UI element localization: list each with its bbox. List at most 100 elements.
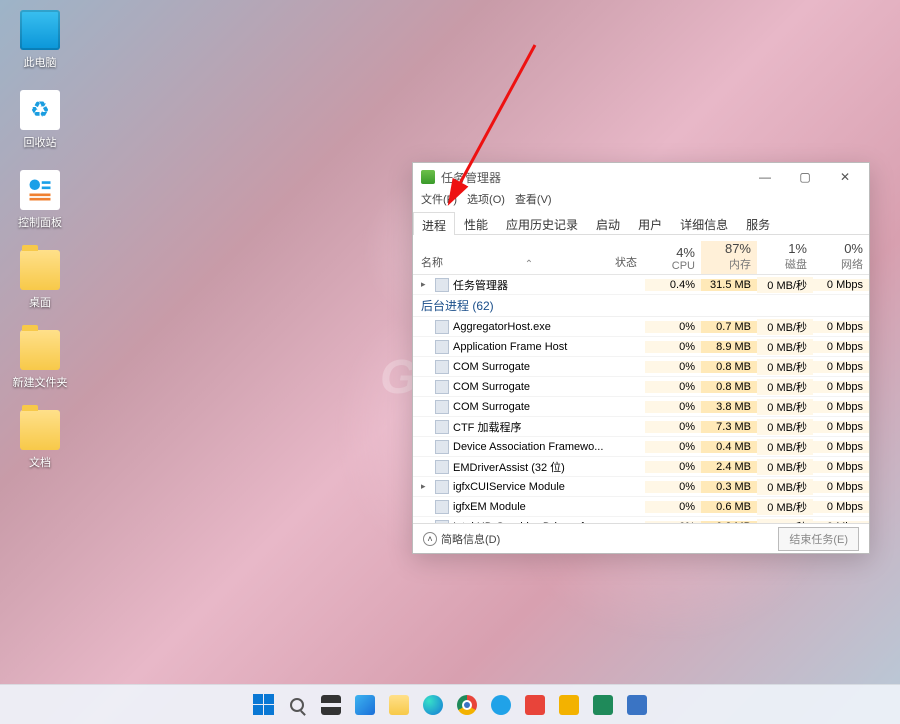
process-row[interactable]: COM Surrogate0%3.8 MB0 MB/秒0 Mbps [413, 397, 869, 417]
tab-services[interactable]: 服务 [737, 211, 779, 234]
process-row[interactable]: COM Surrogate0%0.8 MB0 MB/秒0 Mbps [413, 377, 869, 397]
process-row[interactable]: igfxEM Module0%0.6 MB0 MB/秒0 Mbps [413, 497, 869, 517]
task-view-icon [321, 695, 341, 715]
cell-cpu: 0% [645, 441, 701, 453]
disk-usage: 1% [763, 241, 807, 256]
process-name: 任务管理器 [453, 277, 508, 293]
process-name: igfxCUIService Module [453, 481, 565, 493]
window-title: 任务管理器 [441, 169, 745, 186]
process-row[interactable]: ▸igfxCUIService Module0%0.3 MB0 MB/秒0 Mb… [413, 477, 869, 497]
col-disk[interactable]: 1% 磁盘 [757, 241, 813, 274]
taskbar-search[interactable] [283, 691, 311, 719]
tab-users[interactable]: 用户 [629, 211, 671, 234]
cell-net: 0 Mbps [813, 461, 869, 473]
cell-net: 0 Mbps [813, 341, 869, 353]
process-icon [435, 440, 449, 454]
process-name: Device Association Framewo... [453, 441, 603, 453]
mem-usage: 87% [707, 241, 751, 256]
menu-options[interactable]: 选项(O) [467, 191, 505, 211]
taskbar-app-2[interactable] [521, 691, 549, 719]
process-icon [435, 278, 449, 292]
maximize-button[interactable]: ▢ [785, 165, 825, 189]
process-icon [435, 360, 449, 374]
cell-cpu: 0% [645, 361, 701, 373]
process-icon [435, 380, 449, 394]
taskbar-edge[interactable] [419, 691, 447, 719]
fewer-details-button[interactable]: ˄ 简略信息(D) [423, 531, 500, 547]
desktop-icon-folder-docs[interactable]: 文档 [10, 410, 70, 470]
taskbar-explorer[interactable] [385, 691, 413, 719]
app-icon [491, 695, 511, 715]
cell-mem: 0.6 MB [701, 501, 757, 513]
process-row[interactable]: AggregatorHost.exe0%0.7 MB0 MB/秒0 Mbps [413, 317, 869, 337]
desktop-icons: 此电脑 回收站 控制面板 桌面 新建文件夹 文档 [10, 10, 80, 490]
titlebar[interactable]: 任务管理器 — ▢ ✕ [413, 163, 869, 191]
close-button[interactable]: ✕ [825, 165, 865, 189]
process-name: Application Frame Host [453, 341, 567, 353]
cell-net: 0 Mbps [813, 361, 869, 373]
col-network[interactable]: 0% 网络 [813, 241, 869, 274]
desktop-icon-label: 回收站 [10, 134, 70, 150]
desktop-icon-recycle-bin[interactable]: 回收站 [10, 90, 70, 150]
tab-processes[interactable]: 进程 [413, 212, 455, 235]
col-name-label[interactable]: 名称 [421, 254, 443, 270]
cell-disk: 0 MB/秒 [757, 479, 813, 495]
taskbar-chrome[interactable] [453, 691, 481, 719]
cell-cpu: 0% [645, 321, 701, 333]
menu-file[interactable]: 文件(F) [421, 191, 457, 211]
cell-mem: 0.4 MB [701, 441, 757, 453]
process-row[interactable]: EMDriverAssist (32 位)0%2.4 MB0 MB/秒0 Mbp… [413, 457, 869, 477]
cell-cpu: 0.4% [645, 279, 701, 291]
cell-net: 0 Mbps [813, 321, 869, 333]
cpu-usage: 4% [651, 245, 695, 260]
process-row[interactable]: Device Association Framewo... 0%0.4 MB 0 M… [413, 437, 869, 457]
start-button[interactable] [249, 691, 277, 719]
app-icon [593, 695, 613, 715]
desktop-icon-label: 新建文件夹 [10, 374, 70, 390]
tab-details[interactable]: 详细信息 [671, 211, 737, 234]
cell-cpu: 0% [645, 501, 701, 513]
cell-disk: 0 MB/秒 [757, 459, 813, 475]
cell-net: 0 Mbps [813, 381, 869, 393]
process-row[interactable]: COM Surrogate0%0.8 MB0 MB/秒0 Mbps [413, 357, 869, 377]
menu-view[interactable]: 查看(V) [515, 191, 552, 211]
taskbar-app-4[interactable] [589, 691, 617, 719]
desktop-icon-folder-desktop[interactable]: 桌面 [10, 250, 70, 310]
cell-mem: 7.3 MB [701, 421, 757, 433]
end-task-button[interactable]: 结束任务(E) [778, 527, 859, 551]
process-list[interactable]: ▸ 任务管理器 0.4% 31.5 MB 0 MB/秒 0 Mbps 后台进程 … [413, 275, 869, 523]
minimize-button[interactable]: — [745, 165, 785, 189]
process-row-app[interactable]: ▸ 任务管理器 0.4% 31.5 MB 0 MB/秒 0 Mbps [413, 275, 869, 295]
cell-disk: 0 MB/秒 [757, 359, 813, 375]
desktop-icon-label: 桌面 [10, 294, 70, 310]
desktop-icon-folder-new[interactable]: 新建文件夹 [10, 330, 70, 390]
pc-icon [20, 10, 60, 50]
expand-icon[interactable]: ▸ [421, 481, 431, 492]
taskbar-app-5[interactable] [623, 691, 651, 719]
tab-startup[interactable]: 启动 [587, 211, 629, 234]
taskbar [0, 684, 900, 724]
taskbar-task-view[interactable] [317, 691, 345, 719]
expand-icon[interactable]: ▸ [421, 279, 431, 290]
folder-icon [20, 330, 60, 370]
tab-app-history[interactable]: 应用历史记录 [497, 211, 587, 234]
cell-mem: 0.3 MB [701, 481, 757, 493]
group-background-processes[interactable]: 后台进程 (62) [413, 295, 869, 317]
tab-performance[interactable]: 性能 [455, 211, 497, 234]
menu-bar: 文件(F) 选项(O) 查看(V) [413, 191, 869, 211]
process-icon [435, 340, 449, 354]
taskbar-app-3[interactable] [555, 691, 583, 719]
process-row[interactable]: CTF 加载程序0%7.3 MB0 MB/秒0 Mbps [413, 417, 869, 437]
process-row[interactable]: Application Frame Host0%8.9 MB0 MB/秒0 Mb… [413, 337, 869, 357]
cell-mem: 3.8 MB [701, 401, 757, 413]
col-memory[interactable]: 87% 内存 [701, 241, 757, 274]
cell-net: 0 Mbps [813, 441, 869, 453]
desktop-icon-control-panel[interactable]: 控制面板 [10, 170, 70, 230]
desktop-icon-this-pc[interactable]: 此电脑 [10, 10, 70, 70]
col-cpu[interactable]: 4% CPU [645, 245, 701, 274]
taskbar-app-1[interactable] [487, 691, 515, 719]
taskbar-widgets[interactable] [351, 691, 379, 719]
cell-mem: 0.8 MB [701, 361, 757, 373]
search-icon [290, 698, 304, 712]
col-status-label[interactable]: 状态 [615, 254, 637, 270]
